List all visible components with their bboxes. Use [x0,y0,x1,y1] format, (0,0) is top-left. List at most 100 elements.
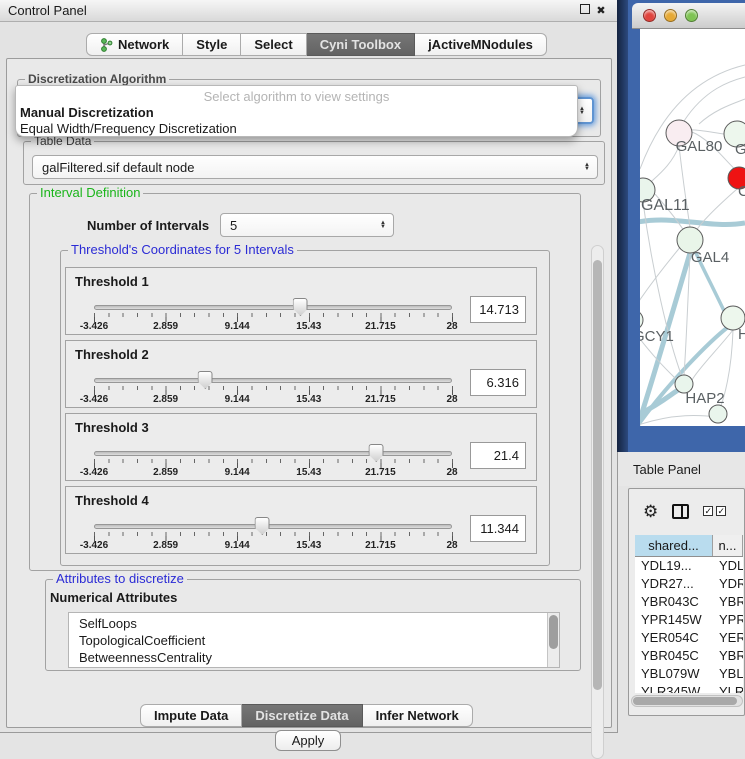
tick-label: -3.426 [80,467,108,478]
slider-tick-labels: -3.4262.8599.14415.4321.71528 [94,321,452,333]
top-tab-bar: Network Style Select Cyni Toolbox jActiv… [86,33,547,56]
cell-shared-name[interactable]: YPR145W [635,611,713,629]
cell-name[interactable]: YPR1... [713,611,743,629]
attributes-scrollbar-thumb[interactable] [549,615,558,649]
split-columns-icon[interactable] [672,504,689,519]
cell-name[interactable]: YDR2... [713,575,743,593]
gear-icon[interactable]: ⚙ [643,503,658,520]
attributes-group: Attributes to discretize Numerical Attri… [45,579,581,671]
threshold-value-field[interactable]: 6.316 [470,369,526,396]
threshold-row: Threshold 4 -3.4262.8599.14415.4321.7152… [65,486,537,554]
interval-definition-legend: Interval Definition [37,186,143,200]
cell-shared-name[interactable]: YBR043C [635,593,713,611]
network-node-label: C [738,183,745,200]
tab-discretize-data[interactable]: Discretize Data [242,704,362,727]
tick-label: 2.859 [153,467,178,478]
tab-impute-data[interactable]: Impute Data [140,704,242,727]
cell-name[interactable]: YDL1... [713,557,743,575]
slider-tick-labels: -3.4262.8599.14415.4321.71528 [94,394,452,406]
number-of-intervals-value: 5 [230,218,237,233]
table-row[interactable]: YDL19...YDL1... [635,557,743,575]
threshold-label: Threshold 3 [75,420,149,435]
threshold-value-field[interactable]: 14.713 [470,296,526,323]
threshold-slider-track[interactable] [94,451,452,456]
table-row[interactable]: YBR045CYBR0... [635,647,743,665]
combo-arrows-icon: ▲▼ [579,107,585,115]
network-node-label: GAL4 [691,249,729,266]
popup-prompt: Select algorithm to view settings [16,89,577,104]
threshold-slider-track[interactable] [94,378,452,383]
node-attribute-table[interactable]: shared... n... YDL19...YDL1...YDR27...YD… [635,535,743,693]
table-row[interactable]: YLR345WYLR3... [635,683,743,693]
table-horizontal-scrollbar-thumb[interactable] [633,697,737,705]
checked-checkbox-icon[interactable]: ✓ [716,506,726,516]
network-canvas[interactable]: GAL80GAGAL11CGAL4GCY1HHAP2 [640,29,745,426]
cell-shared-name[interactable]: YER054C [635,629,713,647]
attributes-legend: Attributes to discretize [53,572,187,586]
popup-item-equal-width-frequency[interactable]: Equal Width/Frequency Discretization [20,121,237,136]
cell-name[interactable]: YBR0... [713,593,743,611]
tick-label: 21.715 [365,540,396,551]
attributes-scrollbar[interactable] [547,613,559,667]
cell-name[interactable]: YBR0... [713,647,743,665]
float-window-icon[interactable] [577,4,593,17]
column-header-name[interactable]: n... [713,535,743,556]
tick-label: 28 [446,467,457,478]
table-row[interactable]: YPR145WYPR1... [635,611,743,629]
threshold-value-field[interactable]: 11.344 [470,515,526,542]
number-of-intervals-combo[interactable]: 5 ▲▼ [220,213,394,237]
table-row[interactable]: YBL079WYBL0... [635,665,743,683]
popup-item-manual-discretization[interactable]: Manual Discretization [20,105,154,120]
threshold-slider-track[interactable] [94,305,452,310]
network-node-label: GAL80 [676,138,723,155]
tab-network[interactable]: Network [86,33,183,56]
apply-button[interactable]: Apply [275,730,341,751]
network-node[interactable] [709,405,727,423]
interval-definition-group: Interval Definition Number of Intervals … [29,193,581,571]
network-edge [679,146,690,227]
attribute-item[interactable]: BetweennessCentrality [79,649,559,666]
control-panel-window: Control Panel ✖ Network Style Select Cyn… [0,0,618,733]
cell-name[interactable]: YBL0... [713,665,743,683]
table-row[interactable]: YBR043CYBR0... [635,593,743,611]
attribute-item[interactable]: TopologicalCoefficient [79,632,559,649]
tab-jactivemnodules[interactable]: jActiveMNodules [415,33,547,56]
cell-name[interactable]: YLR3... [713,683,743,693]
main-scrollbar-thumb[interactable] [593,260,602,690]
table-data-combo[interactable]: galFiltered.sif default node ▲▼ [32,155,598,179]
tab-cyni-toolbox[interactable]: Cyni Toolbox [307,33,415,56]
threshold-slider-track[interactable] [94,524,452,529]
tick-label: 15.43 [296,321,321,332]
table-horizontal-scrollbar[interactable] [631,695,743,707]
tick-label: 15.43 [296,467,321,478]
cell-shared-name[interactable]: YBL079W [635,665,713,683]
mac-close-button[interactable] [643,9,656,22]
table-row[interactable]: YDR27...YDR2... [635,575,743,593]
cell-name[interactable]: YER0... [713,629,743,647]
tab-infer-network[interactable]: Infer Network [363,704,473,727]
cell-shared-name[interactable]: YBR045C [635,647,713,665]
close-icon[interactable]: ✖ [593,4,609,17]
threshold-value-field[interactable]: 21.4 [470,442,526,469]
attribute-item[interactable]: SelfLoops [79,615,559,632]
numerical-attributes-list[interactable]: SelfLoopsTopologicalCoefficientBetweenne… [68,612,560,668]
table-panel-title: Table Panel [633,462,701,477]
checked-checkbox-icon[interactable]: ✓ [703,506,713,516]
tab-discretize-data-label: Discretize Data [255,708,348,723]
tab-select[interactable]: Select [241,33,306,56]
network-node[interactable] [640,310,643,330]
cell-shared-name[interactable]: YLR345W [635,683,713,693]
table-rows: YDL19...YDL1...YDR27...YDR2...YBR043CYBR… [635,557,743,693]
bottom-tab-bar: Impute Data Discretize Data Infer Networ… [140,704,473,727]
tab-cyni-toolbox-label: Cyni Toolbox [320,37,401,52]
cell-shared-name[interactable]: YDR27... [635,575,713,593]
table-row[interactable]: YER054CYER0... [635,629,743,647]
tab-style[interactable]: Style [183,33,241,56]
network-icon [100,38,113,52]
mac-minimize-button[interactable] [664,9,677,22]
column-header-shared-name[interactable]: shared... [635,535,713,556]
mac-zoom-button[interactable] [685,9,698,22]
tick-label: 28 [446,321,457,332]
main-scrollbar[interactable] [591,245,604,759]
cell-shared-name[interactable]: YDL19... [635,557,713,575]
